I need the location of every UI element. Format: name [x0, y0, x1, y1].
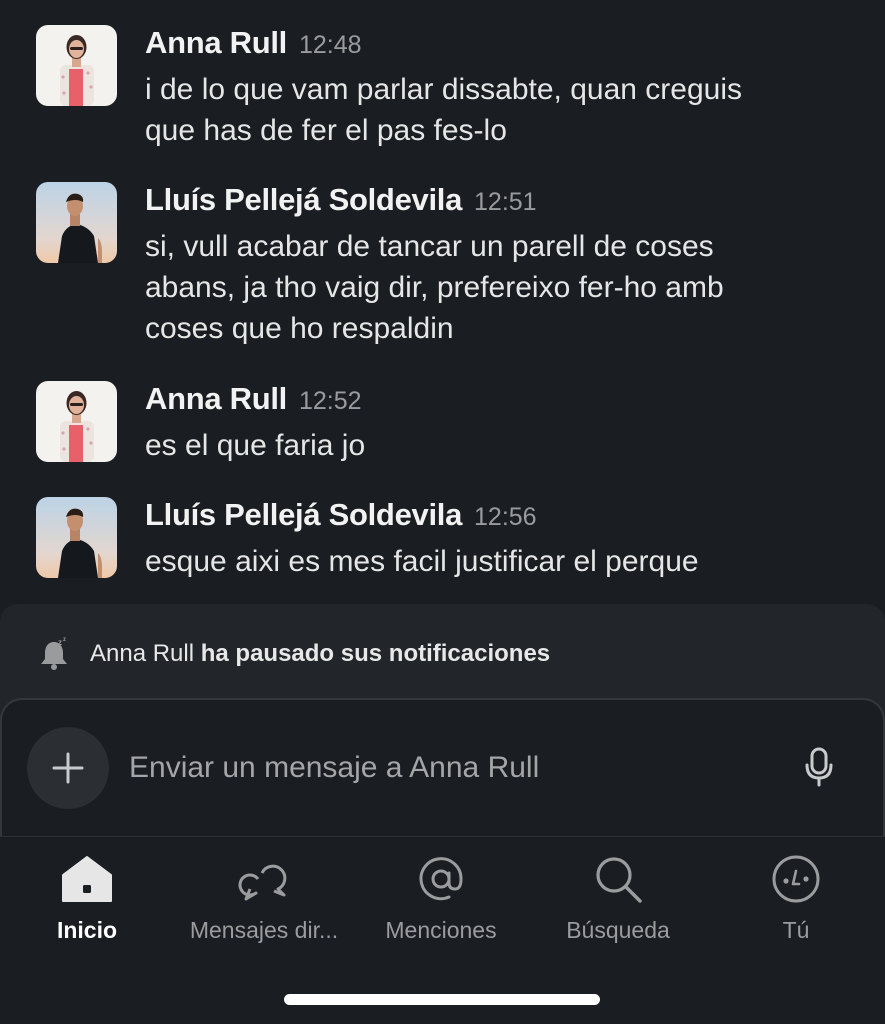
message-item[interactable]: Lluís Pellejá Soldevila 12:51 si, vull a…	[0, 182, 885, 352]
lluis-avatar-image	[36, 182, 117, 263]
notice-composer-panel: z z Anna Rull ha pausado sus notificacio…	[0, 604, 885, 836]
microphone-icon	[805, 747, 833, 787]
tab-home[interactable]: Inicio	[0, 851, 177, 951]
avatar-lluis-pelleja-soldevila[interactable]	[36, 497, 117, 578]
notice-text: Anna Rull ha pausado sus notificaciones	[90, 640, 550, 668]
message-timestamp[interactable]: 12:52	[299, 387, 362, 416]
direct-messages-icon	[238, 864, 287, 901]
message-header: Anna Rull 12:52	[145, 381, 362, 421]
anna-avatar-image	[36, 381, 117, 462]
notice-user-name: Anna Rull	[90, 640, 195, 667]
message-text: i de lo que vam parlar dissabte, quan cr…	[145, 69, 845, 151]
tab-you[interactable]: Tú	[706, 851, 885, 951]
svg-text:z: z	[63, 637, 66, 643]
message-text: esque aixi es mes facil justificar el pe…	[145, 541, 845, 582]
add-attachment-button[interactable]	[27, 727, 109, 809]
slack-dm-screen: Anna Rull 12:48 i de lo que vam parlar d…	[0, 0, 885, 1024]
tab-label: Búsqueda	[566, 917, 670, 943]
message-line: i de lo que vam parlar dissabte, quan cr…	[145, 73, 743, 106]
home-indicator[interactable]	[284, 994, 600, 1005]
message-text: es el que faria jo	[145, 425, 845, 466]
tab-label: Menciones	[385, 917, 497, 943]
message-input[interactable]	[129, 744, 769, 792]
plus-icon	[52, 752, 84, 784]
avatar-anna-rull[interactable]	[36, 381, 117, 462]
message-line: si, vull acabar de tancar un parell de c…	[145, 230, 714, 263]
voice-message-button[interactable]	[798, 744, 840, 790]
message-header: Lluís Pellejá Soldevila 12:56	[145, 497, 537, 537]
anna-avatar-image	[36, 25, 117, 106]
message-header: Lluís Pellejá Soldevila 12:51	[145, 182, 537, 222]
search-icon	[596, 857, 642, 903]
message-timestamp[interactable]: 12:51	[474, 188, 537, 217]
message-item[interactable]: Lluís Pellejá Soldevila 12:56 esque aixi…	[0, 497, 885, 587]
bell-snooze-icon: z z	[41, 637, 67, 670]
message-line: esque aixi es mes facil justificar el pe…	[145, 545, 699, 578]
message-item[interactable]: Anna Rull 12:52 es el que faria jo	[0, 381, 885, 471]
message-timestamp[interactable]: 12:56	[474, 503, 537, 532]
home-icon	[62, 856, 112, 902]
message-composer	[0, 698, 885, 836]
message-author[interactable]: Lluís Pellejá Soldevila	[145, 182, 462, 218]
message-author[interactable]: Anna Rull	[145, 381, 287, 417]
notifications-paused-notice: z z Anna Rull ha pausado sus notificacio…	[36, 634, 550, 674]
message-list[interactable]: Anna Rull 12:48 i de lo que vam parlar d…	[0, 0, 885, 604]
lluis-avatar-image	[36, 497, 117, 578]
message-item[interactable]: Anna Rull 12:48 i de lo que vam parlar d…	[0, 25, 885, 155]
message-line: coses que ho respaldin	[145, 312, 454, 345]
tab-label: Inicio	[56, 917, 118, 943]
avatar-lluis-pelleja-soldevila[interactable]	[36, 182, 117, 263]
message-header: Anna Rull 12:48	[145, 25, 362, 65]
message-timestamp[interactable]: 12:48	[299, 31, 362, 60]
message-text: si, vull acabar de tancar un parell de c…	[145, 226, 845, 349]
message-author[interactable]: Lluís Pellejá Soldevila	[145, 497, 462, 533]
profile-face-icon	[772, 855, 820, 903]
tab-search[interactable]: Búsqueda	[528, 851, 708, 951]
tab-direct-messages[interactable]: Mensajes dir...	[174, 851, 354, 951]
tab-mentions[interactable]: Menciones	[351, 851, 531, 951]
message-line: que has de fer el pas fes-lo	[145, 114, 507, 147]
message-line: es el que faria jo	[145, 429, 366, 462]
tab-label: Mensajes dir...	[189, 917, 339, 943]
message-line: abans, ja tho vaig dir, prefereixo fer-h…	[145, 271, 724, 304]
tab-label: Tú	[782, 917, 810, 943]
message-author[interactable]: Anna Rull	[145, 25, 287, 61]
svg-text:z: z	[58, 638, 62, 647]
at-sign-icon	[419, 857, 463, 901]
notice-action: ha pausado sus notificaciones	[200, 640, 551, 667]
avatar-anna-rull[interactable]	[36, 25, 117, 106]
